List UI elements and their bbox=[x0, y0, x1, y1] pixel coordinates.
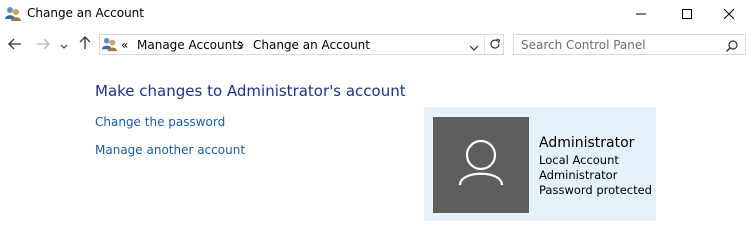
maximize-icon bbox=[682, 9, 692, 19]
avatar bbox=[433, 117, 529, 213]
refresh-button[interactable] bbox=[484, 35, 504, 54]
search-input[interactable]: Search Control Panel bbox=[513, 34, 746, 55]
chevron-down-icon[interactable] bbox=[468, 39, 480, 51]
breadcrumb-change-an-account[interactable]: Change an Account bbox=[253, 38, 370, 52]
close-button[interactable] bbox=[708, 0, 750, 28]
minimize-button[interactable] bbox=[620, 0, 662, 28]
search-placeholder: Search Control Panel bbox=[521, 38, 646, 52]
account-name: Administrator bbox=[539, 135, 635, 151]
recent-locations-button[interactable] bbox=[58, 36, 70, 52]
account-role: Administrator bbox=[539, 168, 618, 182]
chevron-down-icon bbox=[60, 35, 68, 54]
account-password-status: Password protected bbox=[539, 183, 652, 197]
maximize-button[interactable] bbox=[666, 0, 708, 28]
search-icon[interactable] bbox=[725, 38, 739, 52]
close-icon bbox=[724, 9, 734, 19]
arrow-right-icon bbox=[36, 35, 50, 54]
up-button[interactable] bbox=[77, 35, 93, 54]
change-password-link[interactable]: Change the password bbox=[95, 115, 225, 129]
title-bar: Change an Account bbox=[0, 0, 750, 28]
navigation-bar: « Manage Accounts Change an Account Sear… bbox=[0, 30, 750, 60]
arrow-up-icon bbox=[79, 35, 91, 54]
refresh-icon bbox=[489, 35, 501, 54]
user-avatar-icon bbox=[433, 117, 529, 213]
breadcrumb-manage-accounts[interactable]: Manage Accounts bbox=[137, 38, 243, 52]
window-title: Change an Account bbox=[27, 6, 144, 20]
back-button[interactable] bbox=[7, 36, 23, 52]
page-heading: Make changes to Administrator's account bbox=[95, 82, 406, 100]
forward-button[interactable] bbox=[35, 36, 51, 52]
account-type: Local Account bbox=[539, 153, 619, 167]
minimize-icon bbox=[636, 9, 646, 19]
users-control-panel-icon bbox=[4, 5, 22, 23]
chevron-right-icon[interactable] bbox=[238, 39, 246, 51]
arrow-left-icon bbox=[8, 35, 22, 54]
address-overflow-button[interactable]: « bbox=[121, 38, 128, 52]
users-control-panel-icon bbox=[101, 36, 118, 53]
manage-another-account-link[interactable]: Manage another account bbox=[95, 143, 245, 157]
account-info-panel: Administrator Local Account Administrato… bbox=[424, 107, 656, 221]
address-bar[interactable]: « Manage Accounts Change an Account bbox=[99, 34, 504, 55]
